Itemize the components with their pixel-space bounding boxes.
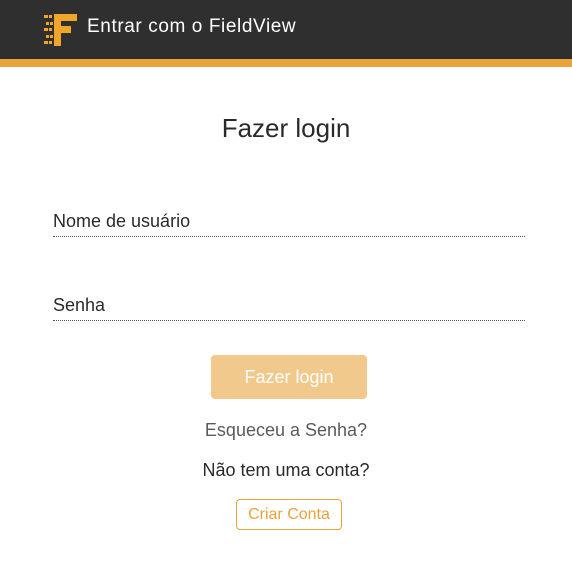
login-page: Entrar com o FieldView Fazer login Fazer…: [0, 0, 572, 587]
password-input[interactable]: [53, 291, 525, 321]
header-accent-bar: [0, 59, 572, 67]
header-title: Entrar com o FieldView: [87, 16, 297, 37]
forgot-password-link[interactable]: Esqueceu a Senha?: [0, 419, 572, 441]
username-input[interactable]: [53, 207, 525, 237]
app-header: Entrar com o FieldView: [0, 0, 572, 59]
forgot-password-label[interactable]: Esqueceu a Senha?: [205, 420, 367, 440]
no-account-text: Não tem uma conta?: [202, 460, 370, 480]
page-title: Fazer login: [221, 113, 351, 143]
login-button[interactable]: Fazer login: [211, 355, 367, 399]
create-account-button[interactable]: Criar Conta: [236, 499, 342, 530]
fieldview-logo-icon: [43, 12, 79, 48]
